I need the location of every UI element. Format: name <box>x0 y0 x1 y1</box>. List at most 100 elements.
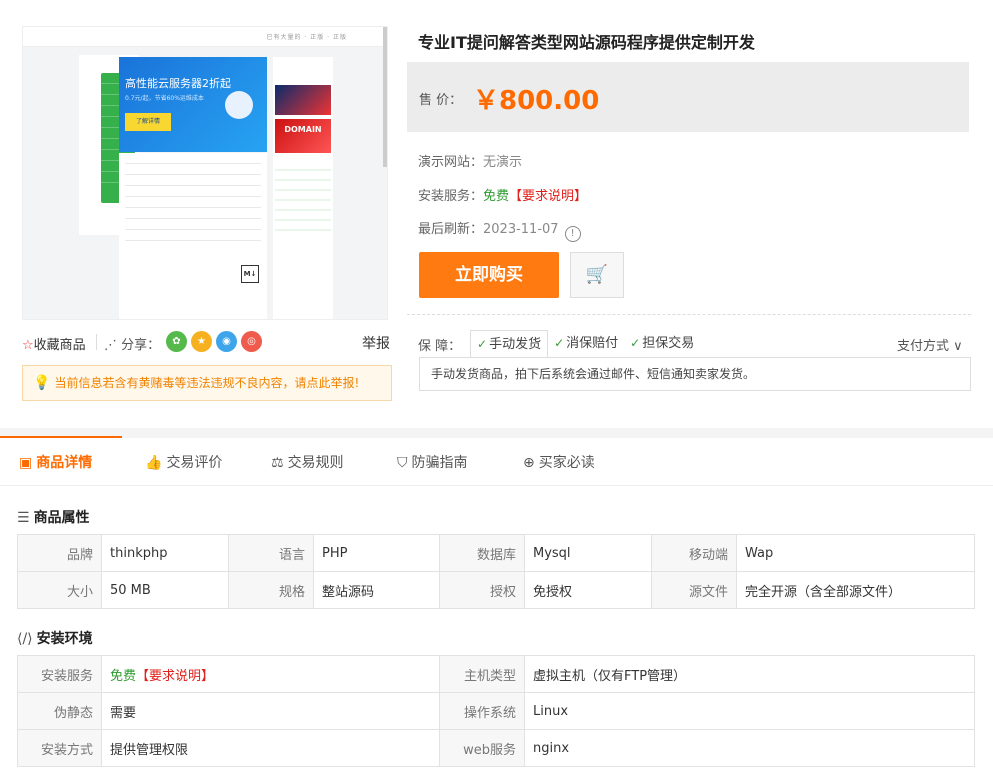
env-value: 虚拟主机（仅有FTP管理） <box>524 655 975 693</box>
target-icon: ⊕ <box>523 455 535 471</box>
image-tag-list <box>275 161 331 231</box>
attr-value: 50 MB <box>101 571 229 609</box>
image-ad-domain: DOMAIN <box>275 119 331 153</box>
install-requirement-link[interactable]: 【要求说明】 <box>509 189 587 204</box>
tab-product-details[interactable]: ▣ 商品详情 <box>19 452 92 472</box>
favorite-button[interactable]: ☆收藏商品 <box>22 334 86 353</box>
env-value: 免费【要求说明】 <box>101 655 440 693</box>
product-title: 专业IT提问解答类型网站源码程序提供定制开发 <box>418 33 755 52</box>
image-scrollbar <box>383 27 387 167</box>
env-key: web服务 <box>439 729 525 767</box>
tab-buyer-notes[interactable]: ⊕ 买家必读 <box>523 452 595 472</box>
attr-value: 完全开源（含全部源文件） <box>736 571 975 609</box>
guarantee-tabs: ✓ 手动发货 ✓ 消保赔付 ✓ 担保交易 <box>470 330 700 358</box>
env-key: 伪静态 <box>17 692 102 730</box>
table-row: 安装服务 免费【要求说明】 主机类型 虚拟主机（仅有FTP管理） <box>17 655 975 693</box>
demo-row: 演示网站：无演示 <box>418 151 522 170</box>
search-list-icon: ☰ <box>17 510 30 526</box>
scale-icon: ⚖ <box>271 455 284 471</box>
attr-value: 免授权 <box>524 571 652 609</box>
active-tab-indicator <box>0 436 122 438</box>
bulb-icon: 💡 <box>33 375 51 391</box>
qzone-icon[interactable]: ★ <box>191 331 212 352</box>
image-ad-1 <box>275 85 331 115</box>
share-icon: ⋰ <box>104 338 122 353</box>
star-icon: ☆ <box>22 338 34 353</box>
guarantee-label: 保 障： <box>418 339 462 354</box>
table-row: 品牌 thinkphp 语言 PHP 数据库 Mysql 移动端 Wap <box>17 534 975 572</box>
add-to-cart-button[interactable]: 🛒 <box>570 252 624 298</box>
product-image[interactable]: 已有大量的 · 正版 · 正版 高性能云服务器2折起 0.7元/起，节省60%运… <box>22 26 388 320</box>
attr-value: PHP <box>313 534 440 572</box>
env-value: Linux <box>524 692 975 730</box>
image-feed: M↓ <box>119 153 267 319</box>
check-icon: ✓ <box>630 336 641 350</box>
buy-now-button[interactable]: 立即购买 <box>419 252 559 298</box>
attr-value: Wap <box>736 534 975 572</box>
attr-key: 授权 <box>439 571 525 609</box>
install-free: 免费 <box>483 189 510 204</box>
tab-trade-rules[interactable]: ⚖ 交易规则 <box>271 452 344 472</box>
service-requirement-link[interactable]: 【要求说明】 <box>136 669 214 684</box>
env-key: 操作系统 <box>439 692 525 730</box>
payment-method-dropdown[interactable]: 支付方式 ∨ <box>897 335 963 354</box>
image-banner: 高性能云服务器2折起 0.7元/起，节省60%运维成本 了解详情 <box>119 57 267 152</box>
table-row: 伪静态 需要 操作系统 Linux <box>17 692 975 730</box>
guarantee-description: 手动发货商品，拍下后系统会通过邮件、短信通知卖家发货。 <box>419 357 971 391</box>
report-link[interactable]: 举报 <box>362 333 390 353</box>
server-icon <box>225 91 253 119</box>
tab-reviews[interactable]: 👍 交易评价 <box>145 452 222 472</box>
env-key: 主机类型 <box>439 655 525 693</box>
thumbs-up-icon: 👍 <box>145 455 163 471</box>
divider <box>407 314 971 315</box>
guarantee-tab-escrow[interactable]: ✓ 担保交易 <box>624 330 700 358</box>
image-banner-button: 了解详情 <box>125 113 171 131</box>
refresh-date: 2023-11-07 <box>483 222 559 237</box>
demo-label: 演示网站： <box>418 155 484 170</box>
environment-table: 安装服务 免费【要求说明】 主机类型 虚拟主机（仅有FTP管理） 伪静态 需要 … <box>17 655 975 767</box>
shield-icon: ⛉ <box>397 455 408 471</box>
image-top-text: 已有大量的 · 正版 · 正版 <box>266 34 347 41</box>
attributes-heading: ☰ 商品属性 <box>17 510 90 526</box>
attr-value: Mysql <box>524 534 652 572</box>
chevron-down-icon: ∨ <box>949 339 963 354</box>
install-row: 安装服务：免费【要求说明】 <box>418 185 587 204</box>
check-icon: ✓ <box>554 336 565 350</box>
install-label: 安装服务： <box>418 189 484 204</box>
qq-icon[interactable]: ◉ <box>216 331 237 352</box>
attr-key: 大小 <box>17 571 102 609</box>
table-row: 安装方式 提供管理权限 web服务 nginx <box>17 729 975 767</box>
report-notice[interactable]: 💡 当前信息若含有黄赌毒等违法违规不良内容，请点此举报! <box>22 365 392 401</box>
details-icon: ▣ <box>19 455 33 471</box>
price-box: 售 价： ￥800.00 <box>407 62 969 132</box>
markdown-icon: M↓ <box>241 265 259 283</box>
price-label: 售 价： <box>419 93 463 108</box>
attr-key: 规格 <box>228 571 314 609</box>
wechat-icon[interactable]: ✿ <box>166 331 187 352</box>
tab-anti-fraud[interactable]: ⛉ 防骗指南 <box>397 452 468 472</box>
section-divider <box>0 428 993 438</box>
image-banner-title: 高性能云服务器2折起 <box>125 77 231 90</box>
attr-key: 源文件 <box>651 571 737 609</box>
demo-value: 无演示 <box>483 155 523 170</box>
env-key: 安装服务 <box>17 655 102 693</box>
table-row: 大小 50 MB 规格 整站源码 授权 免授权 源文件 完全开源（含全部源文件） <box>17 571 975 609</box>
guarantee-tab-manual[interactable]: ✓ 手动发货 <box>470 330 549 358</box>
env-key: 安装方式 <box>17 729 102 767</box>
attr-key: 移动端 <box>651 534 737 572</box>
refresh-row: 最后刷新：2023-11-07! <box>418 218 581 242</box>
attr-key: 数据库 <box>439 534 525 572</box>
price-value: ￥800.00 <box>473 86 600 116</box>
image-topbar: 已有大量的 · 正版 · 正版 <box>23 27 387 47</box>
check-icon: ✓ <box>477 337 488 351</box>
info-icon[interactable]: ! <box>564 226 581 242</box>
notice-text: 当前信息若含有黄赌毒等违法违规不良内容，请点此举报! <box>54 376 360 390</box>
attr-value: 整站源码 <box>313 571 440 609</box>
guarantee-tab-compensation[interactable]: ✓ 消保赔付 <box>548 330 624 358</box>
attributes-table: 品牌 thinkphp 语言 PHP 数据库 Mysql 移动端 Wap 大小 … <box>17 534 975 609</box>
share-label: ⋰ 分享： <box>104 338 161 353</box>
env-value: 提供管理权限 <box>101 729 440 767</box>
env-value: 需要 <box>101 692 440 730</box>
attr-key: 品牌 <box>17 534 102 572</box>
weibo-icon[interactable]: ◎ <box>241 331 262 352</box>
